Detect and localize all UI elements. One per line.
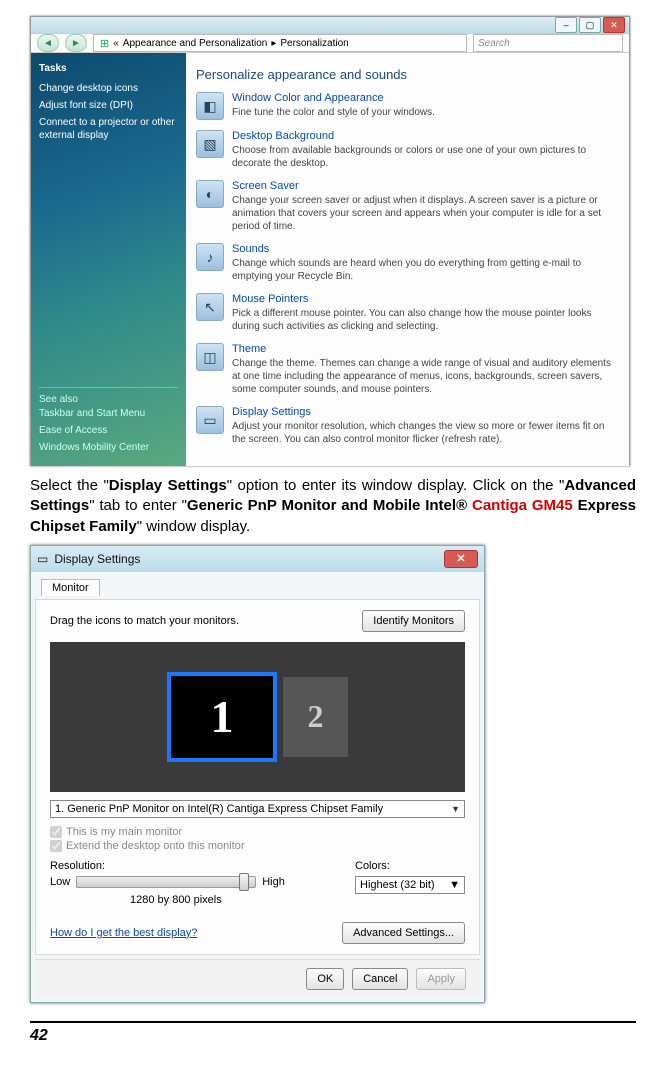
display-settings-icon: ▭ bbox=[196, 406, 224, 434]
resolution-value: 1280 by 800 pixels bbox=[130, 894, 355, 906]
dialog-close-button[interactable]: ✕ bbox=[444, 550, 478, 568]
display-icon: ▭ bbox=[37, 552, 48, 566]
display-settings-dialog: ▭ Display Settings ✕ Monitor Drag the ic… bbox=[30, 545, 485, 1003]
dialog-titlebar: ▭ Display Settings ✕ bbox=[31, 546, 484, 572]
seealso-link[interactable]: Taskbar and Start Menu bbox=[39, 407, 178, 420]
item-title: Desktop Background bbox=[232, 130, 613, 142]
item-desc: Change which sounds are heard when you d… bbox=[232, 257, 613, 283]
item-title: Theme bbox=[232, 343, 613, 355]
colors-dropdown[interactable]: Highest (32 bit) ▼ bbox=[355, 876, 465, 894]
minimize-button[interactable]: – bbox=[555, 17, 577, 33]
sidebar: Tasks Change desktop icons Adjust font s… bbox=[31, 53, 186, 466]
cancel-button[interactable]: Cancel bbox=[352, 968, 408, 990]
advanced-settings-button[interactable]: Advanced Settings... bbox=[342, 922, 465, 944]
dropdown-value: 1. Generic PnP Monitor on Intel(R) Canti… bbox=[55, 803, 383, 815]
colors-value: Highest (32 bit) bbox=[360, 879, 435, 891]
tab-monitor[interactable]: Monitor bbox=[41, 579, 100, 596]
chevron-down-icon: ▼ bbox=[449, 879, 460, 891]
checkbox-icon bbox=[50, 840, 62, 852]
sidebar-task[interactable]: Change desktop icons bbox=[39, 82, 178, 95]
item-title: Mouse Pointers bbox=[232, 293, 613, 305]
tasks-heading: Tasks bbox=[39, 63, 178, 74]
nav-bar: ◄ ► ⊞ « Appearance and Personalization ▸… bbox=[31, 33, 629, 53]
seealso-heading: See also bbox=[39, 394, 178, 405]
page-number: 42 bbox=[30, 1021, 636, 1045]
monitor-select-dropdown[interactable]: 1. Generic PnP Monitor on Intel(R) Canti… bbox=[50, 800, 465, 818]
sounds-icon: ♪ bbox=[196, 243, 224, 271]
page-title: Personalize appearance and sounds bbox=[196, 67, 613, 82]
checkbox-icon bbox=[50, 826, 62, 838]
dialog-title: Display Settings bbox=[54, 552, 140, 566]
resolution-slider[interactable] bbox=[76, 876, 256, 888]
control-panel-icon: ⊞ bbox=[100, 37, 109, 50]
colors-label: Colors: bbox=[355, 860, 465, 872]
window-color-icon: ◧ bbox=[196, 92, 224, 120]
breadcrumb-item: Personalization bbox=[280, 38, 348, 49]
instruction-paragraph: Select the "Display Settings" option to … bbox=[30, 476, 636, 537]
mouse-pointers-icon: ↖ bbox=[196, 293, 224, 321]
nav-forward-icon[interactable]: ► bbox=[65, 34, 87, 52]
chevron-down-icon: ▼ bbox=[451, 804, 460, 814]
main-panel: Personalize appearance and sounds ◧ Windo… bbox=[186, 53, 629, 466]
dialog-footer: OK Cancel Apply bbox=[35, 959, 480, 998]
slider-high-label: High bbox=[262, 876, 285, 888]
personalization-item[interactable]: ▭ Display Settings Adjust your monitor res… bbox=[196, 406, 613, 446]
drag-instruction-label: Drag the icons to match your monitors. bbox=[50, 615, 239, 627]
breadcrumb[interactable]: ⊞ « Appearance and Personalization ▸ Per… bbox=[93, 34, 467, 52]
item-desc: Change the theme. Themes can change a wi… bbox=[232, 357, 613, 396]
close-button[interactable]: ✕ bbox=[603, 17, 625, 33]
breadcrumb-separator: ▸ bbox=[271, 38, 276, 49]
sidebar-task[interactable]: Connect to a projector or other external… bbox=[39, 116, 178, 142]
sidebar-task[interactable]: Adjust font size (DPI) bbox=[39, 99, 178, 112]
item-desc: Change your screen saver or adjust when … bbox=[232, 194, 613, 233]
item-desc: Pick a different mouse pointer. You can … bbox=[232, 307, 613, 333]
breadcrumb-prefix: « bbox=[113, 38, 119, 49]
ok-button[interactable]: OK bbox=[306, 968, 344, 990]
monitor-1-icon[interactable]: 1 bbox=[167, 672, 277, 762]
item-title: Screen Saver bbox=[232, 180, 613, 192]
monitor-arrangement-area[interactable]: 1 2 bbox=[50, 642, 465, 792]
item-title: Sounds bbox=[232, 243, 613, 255]
window-titlebar: – ▢ ✕ bbox=[31, 17, 629, 33]
extend-desktop-checkbox: Extend the desktop onto this monitor bbox=[50, 840, 465, 852]
item-desc: Choose from available backgrounds or col… bbox=[232, 144, 613, 170]
item-desc: Adjust your monitor resolution, which ch… bbox=[232, 420, 613, 446]
maximize-button[interactable]: ▢ bbox=[579, 17, 601, 33]
apply-button: Apply bbox=[416, 968, 466, 990]
theme-icon: ◫ bbox=[196, 343, 224, 371]
best-display-help-link[interactable]: How do I get the best display? bbox=[50, 927, 197, 939]
slider-thumb[interactable] bbox=[239, 873, 249, 891]
personalization-window: – ▢ ✕ ◄ ► ⊞ « Appearance and Personaliza… bbox=[30, 16, 630, 466]
personalization-item[interactable]: ◫ Theme Change the theme. Themes can chang… bbox=[196, 343, 613, 396]
personalization-item[interactable]: ◐ Screen Saver Change your screen saver or… bbox=[196, 180, 613, 233]
main-monitor-checkbox: This is my main monitor bbox=[50, 826, 465, 838]
identify-monitors-button[interactable]: Identify Monitors bbox=[362, 610, 465, 632]
slider-low-label: Low bbox=[50, 876, 70, 888]
personalization-item[interactable]: ◧ Window Color and Appearance Fine tune th… bbox=[196, 92, 613, 120]
personalization-item[interactable]: ♪ Sounds Change which sounds are heard whe… bbox=[196, 243, 613, 283]
personalization-item[interactable]: ↖ Mouse Pointers Pick a different mouse po… bbox=[196, 293, 613, 333]
monitor-2-icon[interactable]: 2 bbox=[283, 677, 348, 757]
search-input[interactable]: Search bbox=[473, 34, 623, 52]
item-desc: Fine tune the color and style of your wi… bbox=[232, 106, 435, 119]
breadcrumb-item: Appearance and Personalization bbox=[123, 38, 268, 49]
checkbox-label: Extend the desktop onto this monitor bbox=[66, 840, 245, 852]
seealso-link[interactable]: Ease of Access bbox=[39, 424, 178, 437]
search-placeholder: Search bbox=[478, 38, 510, 49]
seealso-link[interactable]: Windows Mobility Center bbox=[39, 441, 178, 454]
item-title: Window Color and Appearance bbox=[232, 92, 435, 104]
tab-strip: Monitor bbox=[41, 578, 484, 595]
resolution-label: Resolution: bbox=[50, 860, 355, 872]
personalization-item[interactable]: ▧ Desktop Background Choose from available… bbox=[196, 130, 613, 170]
checkbox-label: This is my main monitor bbox=[66, 826, 182, 838]
screensaver-icon: ◐ bbox=[196, 180, 224, 208]
desktop-background-icon: ▧ bbox=[196, 130, 224, 158]
item-title: Display Settings bbox=[232, 406, 613, 418]
nav-back-icon[interactable]: ◄ bbox=[37, 34, 59, 52]
